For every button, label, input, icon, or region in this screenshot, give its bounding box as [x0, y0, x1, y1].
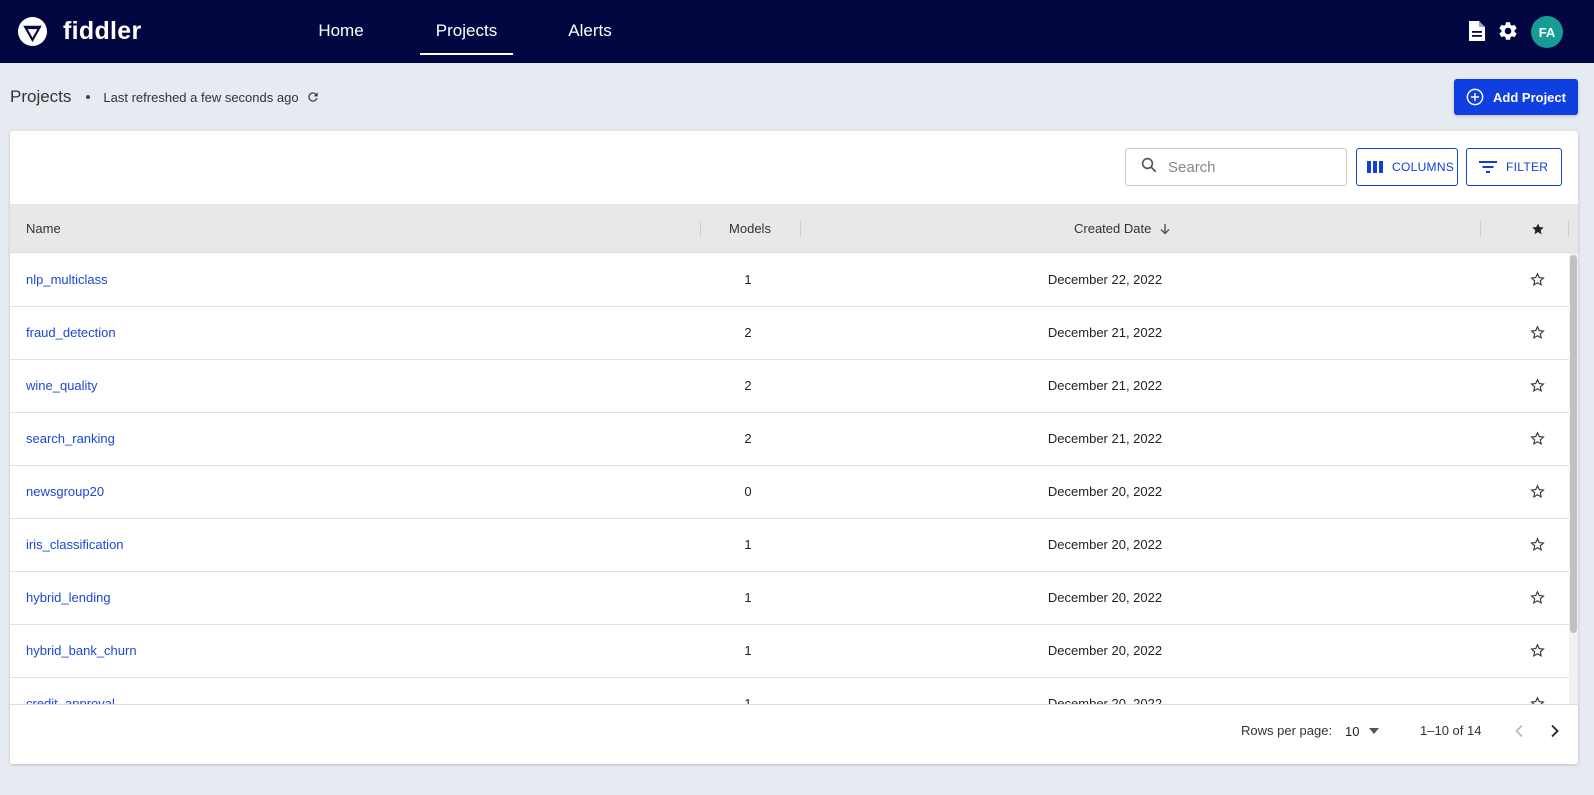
- favorite-star-icon[interactable]: [1527, 306, 1547, 359]
- gear-icon[interactable]: [1496, 19, 1520, 43]
- chevron-left-icon: [1515, 724, 1523, 738]
- nav-tab-alerts[interactable]: Alerts: [566, 0, 614, 63]
- column-separator[interactable]: [800, 221, 801, 237]
- project-name-link[interactable]: hybrid_bank_churn: [26, 624, 137, 677]
- last-refreshed-text: Last refreshed a few seconds ago: [103, 89, 299, 105]
- caret-down-icon: [1369, 728, 1380, 734]
- created-date: December 21, 2022: [1047, 431, 1163, 446]
- project-name-link[interactable]: fraud_detection: [26, 306, 116, 359]
- user-avatar[interactable]: FA: [1531, 16, 1563, 48]
- refresh-icon[interactable]: [306, 90, 320, 104]
- project-name-link[interactable]: iris_classification: [26, 518, 124, 571]
- table-row[interactable]: iris_classification 1 December 20, 2022: [10, 518, 1569, 572]
- table-row[interactable]: wine_quality 2 December 21, 2022: [10, 359, 1569, 413]
- brand-logo[interactable]: fiddler: [17, 16, 142, 47]
- created-date: December 22, 2022: [1047, 272, 1163, 287]
- page-header: Projects Last refreshed a few seconds ag…: [10, 80, 320, 114]
- models-count: 2: [744, 431, 752, 446]
- columns-label: COLUMNS: [1392, 160, 1455, 174]
- models-count: 1: [744, 272, 752, 287]
- models-count: 0: [744, 484, 752, 499]
- project-name-link[interactable]: hybrid_lending: [26, 571, 111, 624]
- project-name-link[interactable]: credit_approval: [26, 677, 115, 704]
- add-project-label: Add Project: [1493, 89, 1566, 105]
- created-date: December 21, 2022: [1047, 378, 1163, 393]
- project-name-link[interactable]: search_ranking: [26, 412, 115, 465]
- table-row[interactable]: hybrid_bank_churn 1 December 20, 2022: [10, 624, 1569, 678]
- favorite-star-icon[interactable]: [1527, 624, 1547, 677]
- nav-tab-home[interactable]: Home: [316, 0, 366, 63]
- models-count: 1: [744, 590, 752, 605]
- star-filled-icon: [1532, 222, 1544, 234]
- favorite-star-icon[interactable]: [1527, 571, 1547, 624]
- page-title: Projects: [10, 87, 72, 106]
- next-page-button[interactable]: [1543, 719, 1567, 743]
- models-count: 2: [744, 378, 752, 393]
- created-date: December 20, 2022: [1047, 537, 1163, 552]
- created-date: December 20, 2022: [1047, 484, 1163, 499]
- favorite-star-icon[interactable]: [1527, 253, 1547, 306]
- column-header-created-date[interactable]: Created Date: [1074, 204, 1171, 253]
- table-body: nlp_multiclass 1 December 22, 2022 fraud_de…: [10, 253, 1578, 704]
- vertical-scrollbar[interactable]: [1569, 253, 1578, 704]
- favorite-star-icon[interactable]: [1527, 677, 1547, 704]
- project-name-link[interactable]: newsgroup20: [26, 465, 104, 518]
- sort-descending-icon[interactable]: [1159, 223, 1171, 235]
- brand-name: fiddler: [63, 17, 142, 45]
- table-row[interactable]: hybrid_lending 1 December 20, 2022: [10, 571, 1569, 625]
- columns-icon: [1367, 161, 1383, 173]
- projects-table-card: COLUMNS FILTER Name Models Created Date: [10, 131, 1578, 764]
- favorite-star-icon[interactable]: [1527, 465, 1547, 518]
- scrollbar-thumb[interactable]: [1570, 255, 1577, 633]
- column-separator[interactable]: [1480, 221, 1481, 237]
- previous-page-button[interactable]: [1507, 719, 1531, 743]
- filter-button[interactable]: FILTER: [1466, 148, 1562, 186]
- table-header: Name Models Created Date: [10, 204, 1578, 253]
- add-project-button[interactable]: Add Project: [1454, 79, 1578, 115]
- favorite-star-icon[interactable]: [1527, 518, 1547, 571]
- favorite-star-icon[interactable]: [1527, 412, 1547, 465]
- separator-dot: [86, 95, 91, 99]
- column-header-models[interactable]: Models: [700, 204, 800, 253]
- project-name-link[interactable]: nlp_multiclass: [26, 253, 108, 306]
- table-row[interactable]: search_ranking 2 December 21, 2022: [10, 412, 1569, 466]
- search-icon: [1140, 156, 1158, 179]
- pagination-range: 1–10 of 14: [1420, 723, 1482, 738]
- fiddler-logo-icon: [17, 16, 48, 47]
- search-input[interactable]: [1168, 158, 1338, 176]
- created-date: December 21, 2022: [1047, 325, 1163, 340]
- models-count: 1: [744, 643, 752, 658]
- top-navigation-bar: fiddler Home Projects Alerts FA: [0, 0, 1594, 63]
- rows-per-page-select[interactable]: 10: [1345, 705, 1380, 757]
- created-date: December 20, 2022: [1047, 696, 1163, 704]
- favorite-star-icon[interactable]: [1527, 359, 1547, 412]
- table-pagination: Rows per page: 10 1–10 of 14: [10, 704, 1578, 764]
- chevron-right-icon: [1551, 724, 1559, 738]
- models-count: 1: [744, 537, 752, 552]
- table-row[interactable]: fraud_detection 2 December 21, 2022: [10, 306, 1569, 360]
- columns-button[interactable]: COLUMNS: [1356, 148, 1458, 186]
- rows-per-page-label: Rows per page:: [1241, 723, 1333, 738]
- created-date: December 20, 2022: [1047, 590, 1163, 605]
- models-count: 2: [744, 325, 752, 340]
- project-name-link[interactable]: wine_quality: [26, 359, 98, 412]
- column-header-name[interactable]: Name: [26, 204, 61, 253]
- table-row[interactable]: credit_approval 1 December 20, 2022: [10, 677, 1569, 704]
- filter-label: FILTER: [1506, 160, 1549, 174]
- nav-tab-projects[interactable]: Projects: [420, 0, 513, 63]
- table-row[interactable]: newsgroup20 0 December 20, 2022: [10, 465, 1569, 519]
- table-row[interactable]: nlp_multiclass 1 December 22, 2022: [10, 253, 1569, 307]
- rows-per-page-value: 10: [1345, 723, 1360, 739]
- add-circle-icon: [1466, 88, 1484, 106]
- created-date-label: Created Date: [1074, 221, 1152, 236]
- search-box[interactable]: [1125, 148, 1347, 186]
- document-icon[interactable]: [1465, 19, 1489, 43]
- models-count: 1: [744, 696, 752, 704]
- created-date: December 20, 2022: [1047, 643, 1163, 658]
- filter-icon: [1479, 161, 1497, 173]
- column-separator[interactable]: [1568, 221, 1569, 237]
- column-header-favorite[interactable]: [1529, 204, 1547, 253]
